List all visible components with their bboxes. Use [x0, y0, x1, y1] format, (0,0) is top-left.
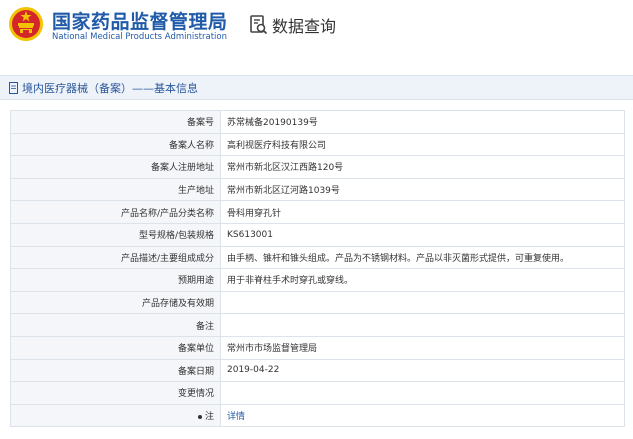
row-label: 备案号 — [10, 110, 221, 134]
table-row: 型号规格/包装规格 KS613001 — [10, 222, 625, 247]
details-link[interactable]: 详情 — [227, 412, 245, 422]
row-label: 备案日期 — [10, 358, 221, 383]
row-label: 产品名称/产品分类名称 — [10, 200, 221, 224]
table-row: 备案单位 常州市市场监督管理局 — [10, 335, 625, 360]
row-value: 常州市新北区汉江西路120号 — [220, 155, 625, 179]
row-label: 产品描述/主要组成成分 — [10, 245, 221, 270]
row-label: 型号规格/包装规格 — [10, 222, 221, 247]
row-value: 由手柄、锥杆和锥头组成。产品为不锈钢材料。产品以非灭菌形式提供，可重复使用。 — [220, 245, 625, 270]
table-row: 产品描述/主要组成成分 由手柄、锥杆和锥头组成。产品为不锈钢材料。产品以非灭菌形… — [10, 245, 625, 270]
row-value: KS613001 — [220, 222, 625, 247]
row-label: 备案单位 — [10, 335, 221, 360]
row-label: 产品存储及有效期 — [10, 290, 221, 315]
table-row: 备案人注册地址 常州市新北区汉江西路120号 — [10, 155, 625, 179]
table-row: 产品存储及有效期 — [10, 290, 625, 315]
site-name-cn: 国家药品监督管理局 — [52, 11, 228, 33]
table-row: 备案号 苏常械备20190139号 — [10, 110, 625, 134]
data-query-link[interactable]: 数据查询 — [250, 13, 336, 37]
row-value: 高利视医疗科技有限公司 — [220, 132, 625, 157]
row-value: 骨科用穿孔针 — [220, 200, 625, 224]
table-row: 变更情况 — [10, 381, 625, 405]
section-bar: 境内医疗器械（备案）——基本信息 — [0, 75, 633, 100]
row-value: 用于非脊柱手术时穿孔或穿线。 — [220, 268, 625, 292]
row-label: 注 — [10, 403, 221, 428]
document-search-icon — [250, 15, 268, 35]
row-value — [220, 290, 625, 315]
row-label: 备注 — [10, 313, 221, 337]
section-title: 境内医疗器械（备案）——基本信息 — [22, 81, 198, 95]
site-header: 国家药品监督管理局 National Medical Products Admi… — [0, 0, 633, 52]
national-emblem-icon — [9, 7, 43, 41]
table-row: 预期用途 用于非脊柱手术时穿孔或穿线。 — [10, 268, 625, 292]
row-value: 常州市市场监督管理局 — [220, 335, 625, 360]
note-label: 注 — [204, 412, 214, 423]
row-label: 生产地址 — [10, 177, 221, 202]
row-value: 详情 — [220, 403, 625, 428]
bullet-icon — [197, 414, 202, 419]
table-row: 产品名称/产品分类名称 骨科用穿孔针 — [10, 200, 625, 224]
document-icon — [9, 81, 18, 94]
row-value — [220, 381, 625, 405]
row-value: 常州市新北区辽河路1039号 — [220, 177, 625, 202]
table-row: 备案人名称 高利视医疗科技有限公司 — [10, 132, 625, 157]
row-value — [220, 313, 625, 337]
row-value: 苏常械备20190139号 — [220, 110, 625, 134]
row-label: 预期用途 — [10, 268, 221, 292]
data-query-label: 数据查询 — [272, 17, 337, 36]
row-label: 变更情况 — [10, 381, 221, 405]
row-value: 2019-04-22 — [220, 358, 625, 383]
table-row: 备注 — [10, 313, 625, 337]
basic-info-table: 备案号 苏常械备20190139号 备案人名称 高利视医疗科技有限公司 备案人注… — [10, 110, 625, 428]
row-label: 备案人名称 — [10, 132, 221, 157]
site-name-en: National Medical Products Administration — [52, 32, 227, 42]
table-row: 注 详情 — [10, 403, 625, 428]
row-label: 备案人注册地址 — [10, 155, 221, 179]
table-row: 备案日期 2019-04-22 — [10, 358, 625, 383]
table-row: 生产地址 常州市新北区辽河路1039号 — [10, 177, 625, 202]
